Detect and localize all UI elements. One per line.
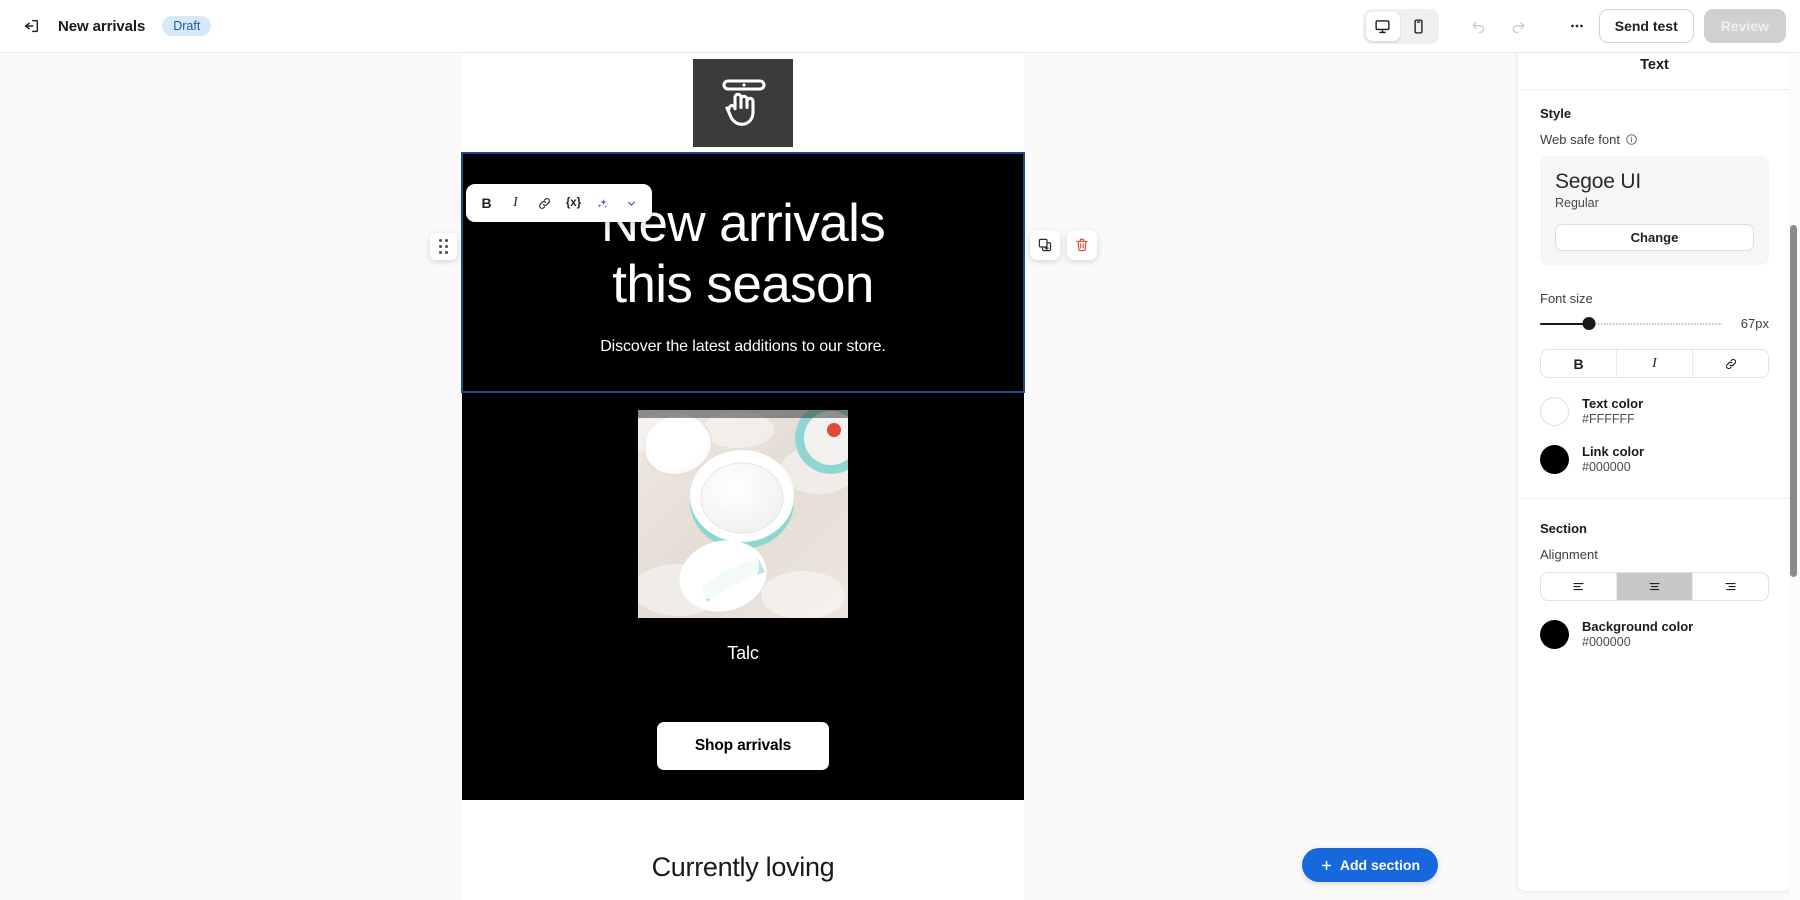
font-card: Segoe UI Regular Change bbox=[1540, 156, 1769, 265]
section-action-group bbox=[1030, 230, 1097, 260]
ai-sparkle-icon[interactable] bbox=[589, 190, 616, 217]
hero-heading-line-2: this season bbox=[612, 255, 874, 315]
duplicate-icon[interactable] bbox=[1030, 230, 1060, 260]
link-chain-icon bbox=[1725, 358, 1736, 369]
redo-arrow-icon[interactable] bbox=[1501, 9, 1537, 43]
background-color-row: Background color #000000 bbox=[1540, 619, 1769, 649]
product-section[interactable]: Talc Shop arrivals bbox=[462, 391, 1024, 800]
alignment-label: Alignment bbox=[1540, 547, 1598, 562]
hero-subheading[interactable]: Discover the latest additions to our sto… bbox=[496, 338, 990, 356]
font-size-row: Font size 67px bbox=[1540, 291, 1769, 331]
change-font-button[interactable]: Change bbox=[1555, 224, 1754, 251]
send-test-button[interactable]: Send test bbox=[1598, 9, 1694, 43]
font-size-slider[interactable] bbox=[1540, 316, 1722, 331]
link-color-swatch[interactable] bbox=[1540, 444, 1569, 474]
status-badge: Draft bbox=[162, 16, 212, 36]
panel-italic-button[interactable]: I bbox=[1617, 350, 1693, 377]
background-color-info: Background color #000000 bbox=[1582, 619, 1693, 649]
more-ellipsis-icon[interactable] bbox=[1559, 9, 1595, 43]
currently-loving-section[interactable]: Currently loving bbox=[462, 799, 1024, 900]
font-weight: Regular bbox=[1555, 196, 1599, 210]
link-color-hex: #000000 bbox=[1582, 460, 1631, 474]
align-center-icon[interactable] bbox=[1617, 573, 1693, 600]
add-section-button[interactable]: Add section bbox=[1301, 848, 1438, 882]
currently-loving-title: Currently loving bbox=[651, 851, 835, 882]
alignment-group bbox=[1540, 572, 1769, 601]
chevron-down-icon[interactable] bbox=[618, 190, 645, 217]
panel-divider bbox=[1518, 498, 1791, 499]
text-settings-panel: Text Style Web safe font Segoe UI Regula… bbox=[1517, 40, 1792, 892]
trash-delete-icon[interactable] bbox=[1067, 230, 1097, 260]
email-preview: New arrivals this season Discover the la… bbox=[461, 53, 1025, 900]
viewport-toggle-group bbox=[1362, 8, 1439, 44]
font-size-value: 67px bbox=[1740, 316, 1769, 331]
window-scrollbar[interactable] bbox=[1789, 53, 1798, 900]
text-color-info: Text color #FFFFFF bbox=[1582, 396, 1643, 426]
web-safe-font-row: Web safe font bbox=[1540, 132, 1769, 147]
window-scrollbar-thumb[interactable] bbox=[1789, 225, 1797, 577]
font-size-slider-row: 67px bbox=[1540, 316, 1769, 331]
top-toolbar-actions: Send test Review bbox=[1362, 8, 1800, 44]
panel-link-button[interactable] bbox=[1693, 350, 1768, 377]
text-color-hex: #FFFFFF bbox=[1582, 412, 1635, 426]
text-color-label: Text color bbox=[1582, 396, 1644, 411]
background-color-label: Background color bbox=[1582, 619, 1694, 634]
email-canvas: New arrivals this season Discover the la… bbox=[0, 53, 1488, 900]
web-safe-font-label: Web safe font bbox=[1540, 132, 1620, 147]
merge-tag-button[interactable]: {x} bbox=[560, 190, 587, 217]
style-group-title: Style bbox=[1540, 106, 1572, 121]
info-circle-icon[interactable] bbox=[1625, 133, 1638, 146]
plus-icon bbox=[1321, 860, 1332, 870]
slider-thumb[interactable] bbox=[1582, 316, 1596, 330]
add-section-label: Add section bbox=[1339, 857, 1420, 873]
product-name[interactable]: Talc bbox=[462, 643, 1024, 664]
bold-button[interactable]: B bbox=[473, 190, 500, 217]
review-button[interactable]: Review bbox=[1703, 9, 1786, 43]
shop-arrivals-button[interactable]: Shop arrivals bbox=[656, 721, 830, 770]
slider-empty-track bbox=[1589, 323, 1722, 325]
background-color-hex: #000000 bbox=[1582, 635, 1631, 649]
section-group-title: Section bbox=[1540, 521, 1587, 536]
email-editor-app: New arrivals Draft Send test Review New … bbox=[0, 0, 1800, 900]
link-color-row: Link color #000000 bbox=[1540, 444, 1769, 474]
top-toolbar: New arrivals Draft Send test Review bbox=[0, 0, 1800, 53]
exit-arrow-icon[interactable] bbox=[14, 9, 48, 43]
background-color-swatch[interactable] bbox=[1540, 619, 1569, 649]
talc-powder-product-photo bbox=[638, 409, 848, 618]
panel-bold-button[interactable]: B bbox=[1541, 350, 1617, 377]
drag-dots-icon[interactable] bbox=[430, 233, 457, 260]
rich-text-toolbar: B I {x} bbox=[466, 184, 652, 222]
hand-swipe-logo-icon bbox=[693, 59, 793, 147]
text-color-row: Text color #FFFFFF bbox=[1540, 396, 1769, 426]
drag-dots-grid bbox=[439, 239, 448, 254]
link-color-info: Link color #000000 bbox=[1582, 444, 1644, 474]
link-chain-icon[interactable] bbox=[531, 190, 558, 217]
text-color-swatch[interactable] bbox=[1540, 396, 1569, 426]
undo-arrow-icon[interactable] bbox=[1461, 9, 1497, 43]
panel-body: Style Web safe font Segoe UI Regular Cha… bbox=[1518, 90, 1791, 649]
desktop-monitor-icon[interactable] bbox=[1365, 11, 1400, 41]
font-size-label: Font size bbox=[1540, 291, 1593, 306]
product-image[interactable] bbox=[638, 409, 848, 618]
italic-button[interactable]: I bbox=[502, 190, 529, 217]
email-logo-band bbox=[462, 53, 1024, 153]
link-color-label: Link color bbox=[1582, 444, 1645, 459]
align-left-icon[interactable] bbox=[1541, 573, 1617, 600]
mobile-phone-icon[interactable] bbox=[1402, 12, 1436, 41]
font-name: Segoe UI bbox=[1555, 170, 1641, 193]
align-right-icon[interactable] bbox=[1693, 573, 1768, 600]
page-title: New arrivals bbox=[58, 17, 146, 35]
text-format-group: B I bbox=[1540, 349, 1769, 378]
